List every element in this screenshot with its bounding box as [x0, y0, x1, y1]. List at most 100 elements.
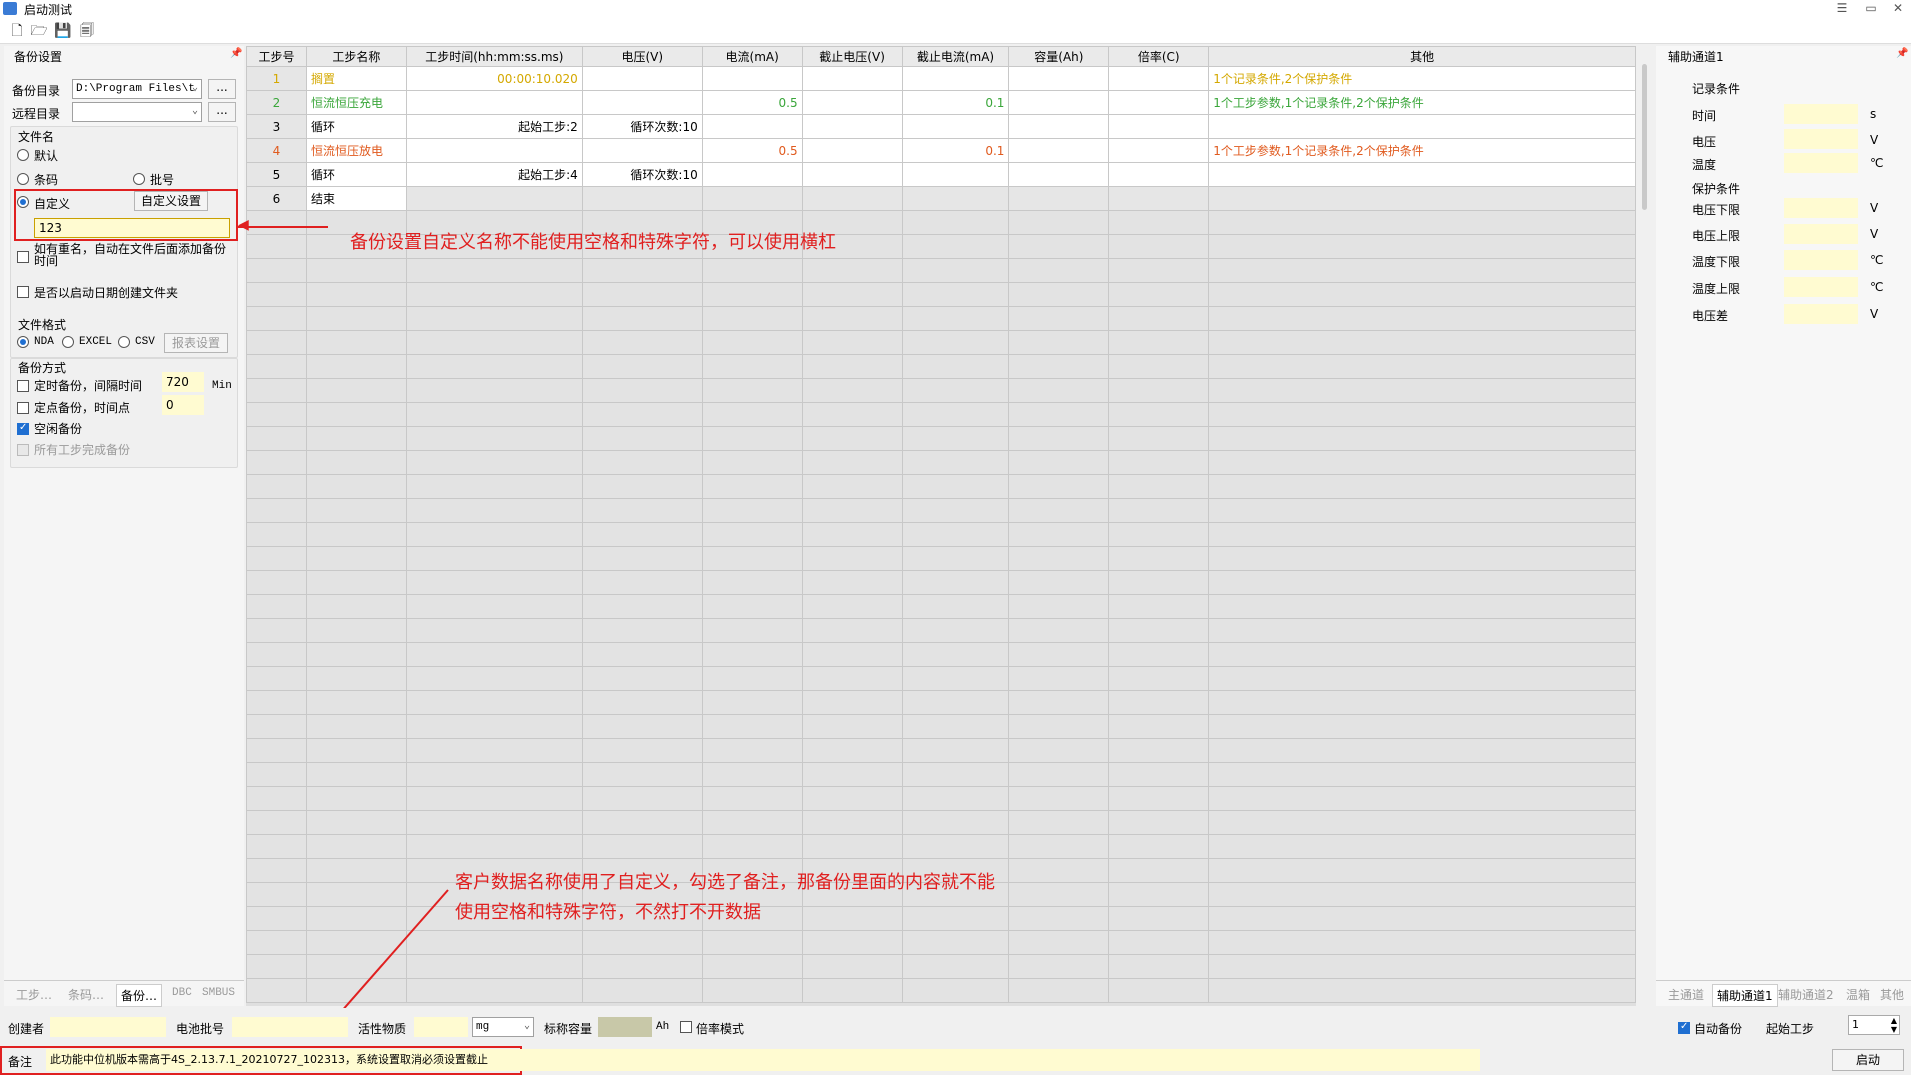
- tab-aux-channel-2[interactable]: 辅助通道2: [1778, 986, 1834, 1003]
- auto-backup-checkbox[interactable]: [1678, 1021, 1690, 1034]
- table-row[interactable]: 6 结束: [246, 186, 1636, 211]
- table-cell[interactable]: [901, 114, 1010, 139]
- table-cell[interactable]: [701, 114, 803, 139]
- table-cell[interactable]: 循环次数:10: [581, 162, 703, 187]
- table-cell[interactable]: 循环: [305, 162, 407, 187]
- table-cell[interactable]: [901, 66, 1010, 91]
- tab-dbc[interactable]: DBC: [172, 987, 192, 999]
- backup-dir-browse-button[interactable]: ...: [208, 79, 236, 99]
- tab-steps[interactable]: 工步…: [16, 986, 52, 1003]
- table-cell[interactable]: [581, 138, 703, 163]
- table-row[interactable]: 2 恒流恒压充电 0.5 0.1 1个工步参数,1个记录条件,2个保护条件: [246, 90, 1636, 115]
- table-cell[interactable]: 1: [246, 66, 307, 91]
- column-header[interactable]: 工步名称: [305, 46, 407, 67]
- v-high-input[interactable]: [1784, 224, 1858, 244]
- table-cell[interactable]: [1208, 162, 1636, 187]
- new-icon[interactable]: 🗋: [8, 22, 26, 40]
- pin-icon[interactable]: 📌: [230, 48, 242, 59]
- tab-other[interactable]: 其他: [1880, 986, 1904, 1003]
- table-row[interactable]: 1 搁置 00:00:10.020 1个记录条件,2个保护条件: [246, 66, 1636, 91]
- column-header[interactable]: 电流(mA): [701, 46, 803, 67]
- table-row[interactable]: 4 恒流恒压放电 0.5 0.1 1个工步参数,1个记录条件,2个保护条件: [246, 138, 1636, 163]
- tab-main-channel[interactable]: 主通道: [1668, 986, 1704, 1003]
- table-cell[interactable]: [901, 162, 1010, 187]
- table-cell[interactable]: [701, 66, 803, 91]
- column-header[interactable]: 容量(Ah): [1008, 46, 1110, 67]
- active-unit-select[interactable]: mg ⌄: [472, 1017, 534, 1037]
- table-cell[interactable]: 恒流恒压充电: [305, 90, 407, 115]
- table-cell[interactable]: 1个记录条件,2个保护条件: [1208, 66, 1636, 91]
- table-cell[interactable]: [1208, 114, 1636, 139]
- format-nda-radio[interactable]: [17, 336, 29, 348]
- table-cell[interactable]: [801, 186, 903, 211]
- table-cell[interactable]: 00:00:10.020: [405, 66, 583, 91]
- format-excel-radio[interactable]: [62, 336, 74, 348]
- filename-default-radio[interactable]: [17, 149, 29, 161]
- save-icon[interactable]: 💾: [54, 22, 72, 40]
- t-low-input[interactable]: [1784, 250, 1858, 270]
- table-cell[interactable]: [1008, 138, 1110, 163]
- remote-dir-browse-button[interactable]: ...: [208, 102, 236, 122]
- custom-name-input[interactable]: 123: [34, 218, 230, 238]
- table-cell[interactable]: [1008, 162, 1110, 187]
- column-header[interactable]: 工步时间(hh:mm:ss.ms): [405, 46, 583, 67]
- table-cell[interactable]: [581, 66, 703, 91]
- table-cell[interactable]: 0.1: [901, 90, 1010, 115]
- column-header[interactable]: 工步号: [246, 46, 307, 67]
- battery-batch-input[interactable]: [232, 1017, 348, 1037]
- table-cell[interactable]: 0.1: [901, 138, 1010, 163]
- start-step-spinner[interactable]: 1 ▲ ▼: [1848, 1015, 1900, 1035]
- table-cell[interactable]: [801, 114, 903, 139]
- table-cell[interactable]: [405, 186, 583, 211]
- point-time-input[interactable]: 0: [162, 395, 204, 415]
- capacity-input[interactable]: [598, 1017, 652, 1037]
- filename-custom-radio[interactable]: [17, 196, 29, 208]
- table-cell[interactable]: [581, 186, 703, 211]
- table-cell[interactable]: [1108, 186, 1210, 211]
- table-cell[interactable]: 1个工步参数,1个记录条件,2个保护条件: [1208, 138, 1636, 163]
- table-cell[interactable]: 5: [246, 162, 307, 187]
- table-cell[interactable]: 0.5: [701, 138, 803, 163]
- table-cell[interactable]: [801, 162, 903, 187]
- table-cell[interactable]: [701, 186, 803, 211]
- table-cell[interactable]: 结束: [305, 186, 407, 211]
- table-cell[interactable]: [1008, 114, 1110, 139]
- column-header[interactable]: 其他: [1208, 46, 1636, 67]
- table-cell[interactable]: [801, 90, 903, 115]
- tab-barcode[interactable]: 条码…: [68, 986, 104, 1003]
- temp-input[interactable]: [1784, 153, 1858, 173]
- table-cell[interactable]: 2: [246, 90, 307, 115]
- timed-backup-checkbox[interactable]: [17, 380, 29, 392]
- table-cell[interactable]: [405, 90, 583, 115]
- table-cell[interactable]: 恒流恒压放电: [305, 138, 407, 163]
- filename-barcode-radio[interactable]: [17, 173, 29, 185]
- table-cell[interactable]: 起始工步:4: [405, 162, 583, 187]
- table-cell[interactable]: [1008, 90, 1110, 115]
- tab-smbus[interactable]: SMBUS: [202, 987, 235, 999]
- maximize-icon[interactable]: ▭: [1859, 1, 1883, 17]
- table-cell[interactable]: [1108, 138, 1210, 163]
- table-cell[interactable]: 循环: [305, 114, 407, 139]
- table-cell[interactable]: [1108, 162, 1210, 187]
- save-all-icon[interactable]: 🗐: [78, 22, 96, 40]
- creator-input[interactable]: [50, 1017, 166, 1037]
- table-cell[interactable]: [701, 162, 803, 187]
- vertical-scrollbar[interactable]: [1638, 46, 1652, 1006]
- idle-backup-checkbox[interactable]: [17, 422, 29, 435]
- table-row[interactable]: 3 循环 起始工步:2 循环次数:10: [246, 114, 1636, 139]
- tab-chamber[interactable]: 温箱: [1846, 986, 1870, 1003]
- column-header[interactable]: 电压(V): [581, 46, 703, 67]
- menu-icon[interactable]: ☰: [1830, 1, 1854, 17]
- remote-dir-select[interactable]: ⌄: [72, 102, 202, 122]
- table-cell[interactable]: 1个工步参数,1个记录条件,2个保护条件: [1208, 90, 1636, 115]
- table-row[interactable]: 5 循环 起始工步:4 循环次数:10: [246, 162, 1636, 187]
- backup-dir-select[interactable]: D:\Program Files\t ⌄: [72, 79, 202, 99]
- v-diff-input[interactable]: [1784, 304, 1858, 324]
- table-cell[interactable]: 6: [246, 186, 307, 211]
- scrollbar-thumb[interactable]: [1642, 64, 1647, 210]
- tab-aux-channel-1[interactable]: 辅助通道1: [1712, 984, 1778, 1007]
- all-steps-backup-checkbox[interactable]: [17, 444, 29, 456]
- table-cell[interactable]: 循环次数:10: [581, 114, 703, 139]
- table-cell[interactable]: [581, 90, 703, 115]
- column-header[interactable]: 截止电流(mA): [901, 46, 1010, 67]
